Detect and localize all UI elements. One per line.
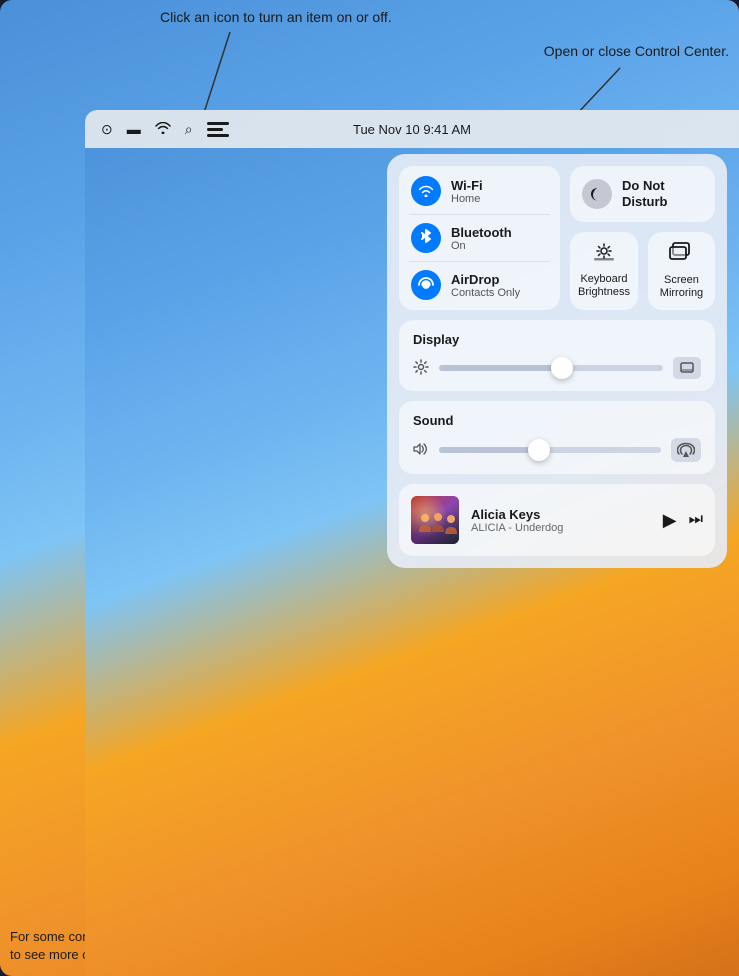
bluetooth-title: Bluetooth <box>451 225 512 240</box>
do-not-disturb-tile[interactable]: Do Not Disturb <box>570 166 715 222</box>
wifi-subtitle: Home <box>451 193 483 205</box>
dnd-icon <box>582 179 612 209</box>
mac-screen: ⊙ ▬ ⌕ Tue Nov 10 9:41 AM <box>85 110 739 976</box>
annotation-open-close: Open or close Control Center. <box>544 42 729 62</box>
control-center-panel: Wi-Fi Home Bluetooth On <box>387 154 727 568</box>
screen-mirroring-label: Screen Mirroring <box>660 274 703 300</box>
album-art <box>411 496 459 544</box>
airdrop-subtitle: Contacts Only <box>451 287 520 299</box>
display-section: Display <box>399 320 715 391</box>
sound-section: Sound <box>399 401 715 474</box>
wifi-tile[interactable]: Wi-Fi Home <box>411 176 548 206</box>
connectivity-left-tiles: Wi-Fi Home Bluetooth On <box>399 166 560 310</box>
menu-bar-datetime: Tue Nov 10 9:41 AM <box>353 122 471 137</box>
tv-icon[interactable]: ⊙ <box>101 121 113 138</box>
airdrop-icon <box>411 270 441 300</box>
display-fullscreen-icon[interactable] <box>673 357 701 379</box>
divider-1 <box>409 214 550 215</box>
sound-slider[interactable] <box>439 447 661 453</box>
keyboard-brightness-tile[interactable]: Keyboard Brightness <box>570 232 638 310</box>
sound-title: Sound <box>413 413 701 428</box>
brightness-low-icon <box>413 359 429 378</box>
playback-controls: ▶ ⏭ <box>663 510 703 531</box>
menu-bar-left: ⊙ ▬ ⌕ <box>101 121 229 138</box>
skip-forward-button[interactable]: ⏭ <box>689 511 703 529</box>
display-slider[interactable] <box>439 365 663 371</box>
right-tiles: Do Not Disturb <box>570 166 715 310</box>
screen-mirroring-tile[interactable]: Screen Mirroring <box>648 232 715 310</box>
track-name: ALICIA - Underdog <box>471 522 651 534</box>
bottom-small-tiles: Keyboard Brightness Screen Mir <box>570 232 715 310</box>
airdrop-tile[interactable]: AirDrop Contacts Only <box>411 270 548 300</box>
now-playing-section: Alicia Keys ALICIA - Underdog ▶ ⏭ <box>399 484 715 556</box>
annotation-click-icon: Click an icon to turn an item on or off. <box>160 8 392 28</box>
bluetooth-subtitle: On <box>451 240 512 252</box>
search-icon[interactable]: ⌕ <box>185 121 193 138</box>
wifi-title: Wi-Fi <box>451 178 483 193</box>
bluetooth-icon <box>411 223 441 253</box>
keyboard-brightness-icon <box>593 243 615 267</box>
keyboard-brightness-label: Keyboard Brightness <box>578 273 630 299</box>
wifi-menu-icon[interactable] <box>155 121 171 137</box>
airplay-button[interactable] <box>671 438 701 462</box>
dnd-title: Do Not Disturb <box>622 178 668 209</box>
screen-mirroring-icon <box>669 242 693 268</box>
menu-bar: ⊙ ▬ ⌕ Tue Nov 10 9:41 AM <box>85 110 739 148</box>
volume-low-icon <box>413 442 429 459</box>
airdrop-title: AirDrop <box>451 272 520 287</box>
track-artist: Alicia Keys <box>471 507 651 522</box>
play-button[interactable]: ▶ <box>663 510 677 531</box>
display-slider-row <box>413 357 701 379</box>
bluetooth-tile[interactable]: Bluetooth On <box>411 223 548 253</box>
control-center-icon[interactable] <box>207 122 229 137</box>
divider-2 <box>409 261 550 262</box>
display-title: Display <box>413 332 701 347</box>
sound-slider-row <box>413 438 701 462</box>
wifi-icon <box>411 176 441 206</box>
track-info: Alicia Keys ALICIA - Underdog <box>471 507 651 534</box>
battery-icon[interactable]: ▬ <box>127 121 141 137</box>
connectivity-section: Wi-Fi Home Bluetooth On <box>399 166 715 310</box>
